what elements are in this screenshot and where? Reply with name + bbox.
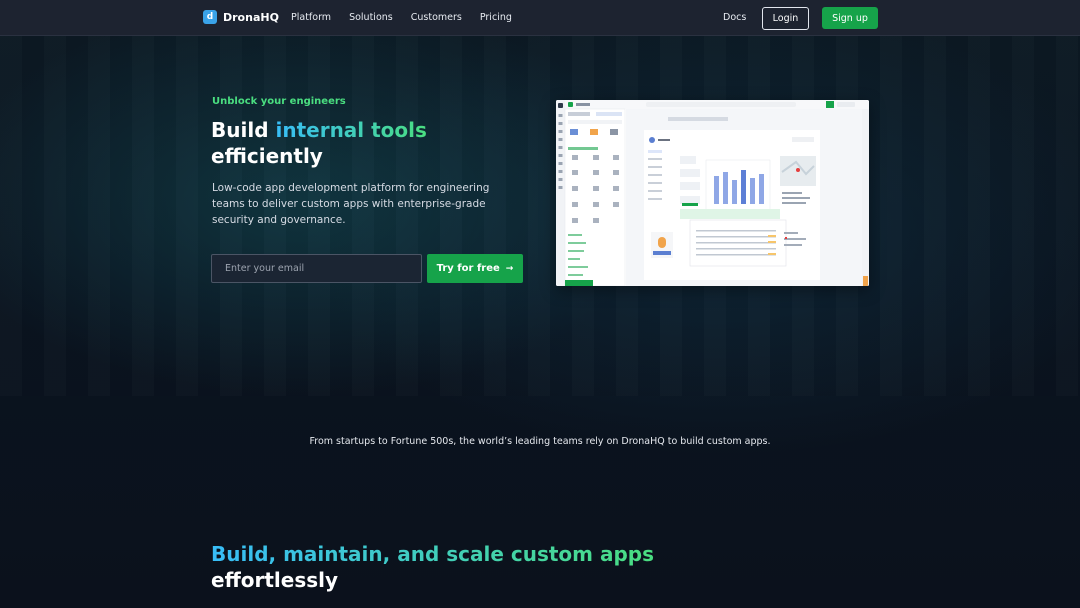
try-for-free-button[interactable]: Try for free →: [427, 254, 523, 283]
section-title-suffix: effortlessly: [211, 568, 339, 592]
product-screenshot-illustration: [556, 100, 869, 286]
login-button[interactable]: Login: [762, 7, 809, 30]
page-background: [0, 0, 1080, 608]
nav-link-docs[interactable]: Docs: [723, 12, 746, 23]
hero-title-prefix: Build: [211, 118, 276, 142]
nav-link-customers[interactable]: Customers: [411, 12, 462, 23]
try-for-free-label: Try for free: [436, 263, 500, 274]
email-input[interactable]: [211, 254, 422, 283]
hero-eyebrow: Unblock your engineers: [212, 96, 346, 107]
product-screenshot: [556, 100, 869, 286]
hero-title-highlight: internal tools: [275, 118, 427, 142]
nav-link-pricing[interactable]: Pricing: [480, 12, 512, 23]
logo-text: DronaHQ: [223, 10, 279, 24]
logo[interactable]: d DronaHQ: [203, 10, 279, 24]
hero-title-suffix: efficiently: [211, 144, 323, 168]
signup-button[interactable]: Sign up: [822, 7, 878, 29]
hero-description: Low-code app development platform for en…: [212, 182, 490, 226]
hero-title: Build internal tools efficiently: [211, 117, 541, 169]
section-title: Build, maintain, and scale custom apps e…: [211, 541, 711, 593]
nav-link-solutions[interactable]: Solutions: [349, 12, 393, 23]
nav-links: Platform Solutions Customers Pricing: [291, 12, 530, 23]
customer-tagline: From startups to Fortune 500s, the world…: [309, 436, 771, 447]
dronahq-logo-icon: d: [203, 10, 217, 24]
arrow-right-icon: →: [505, 263, 514, 274]
nav-link-platform[interactable]: Platform: [291, 12, 331, 23]
section-title-highlight: Build, maintain, and scale custom apps: [211, 542, 654, 566]
top-navbar: d DronaHQ Platform Solutions Customers P…: [0, 0, 1080, 36]
